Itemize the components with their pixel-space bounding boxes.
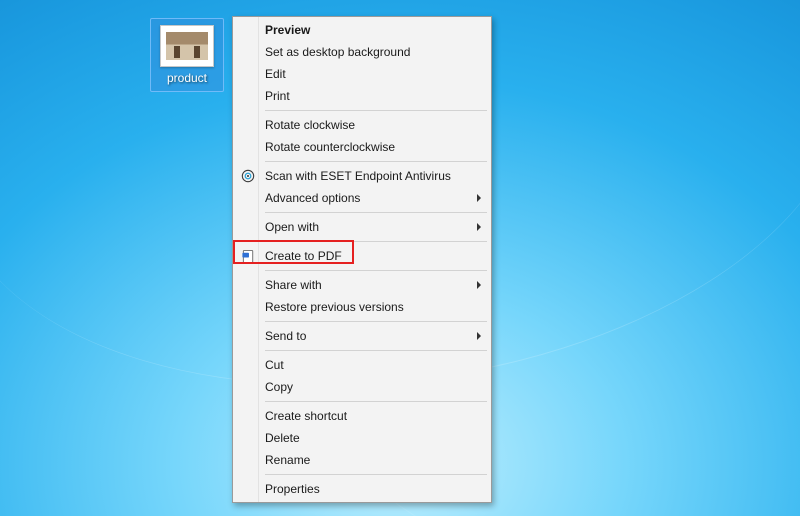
chevron-right-icon — [477, 332, 481, 340]
menu-label: Properties — [265, 482, 320, 496]
file-label: product — [153, 71, 221, 85]
menu-label: Copy — [265, 380, 293, 394]
menu-item-rotate-counterclockwise[interactable]: Rotate counterclockwise — [235, 136, 489, 158]
menu-item-rotate-clockwise[interactable]: Rotate clockwise — [235, 114, 489, 136]
menu-label: Advanced options — [265, 191, 360, 205]
menu-label: Delete — [265, 431, 300, 445]
menu-separator — [265, 212, 487, 213]
menu-item-rename[interactable]: Rename — [235, 449, 489, 471]
menu-label: Cut — [265, 358, 284, 372]
menu-separator — [265, 474, 487, 475]
menu-label: Scan with ESET Endpoint Antivirus — [265, 169, 451, 183]
menu-separator — [265, 161, 487, 162]
menu-label: Rename — [265, 453, 310, 467]
menu-label: Restore previous versions — [265, 300, 404, 314]
menu-item-advanced-options[interactable]: Advanced options — [235, 187, 489, 209]
chevron-right-icon — [477, 281, 481, 289]
file-thumbnail — [160, 25, 214, 67]
menu-separator — [265, 270, 487, 271]
chevron-right-icon — [477, 194, 481, 202]
menu-label: Edit — [265, 67, 286, 81]
chevron-right-icon — [477, 223, 481, 231]
menu-item-open-with[interactable]: Open with — [235, 216, 489, 238]
menu-label: Set as desktop background — [265, 45, 410, 59]
menu-item-properties[interactable]: Properties — [235, 478, 489, 500]
menu-label: Create to PDF — [265, 249, 342, 263]
menu-item-edit[interactable]: Edit — [235, 63, 489, 85]
menu-label: Rotate clockwise — [265, 118, 355, 132]
menu-item-set-desktop-background[interactable]: Set as desktop background — [235, 41, 489, 63]
menu-separator — [265, 350, 487, 351]
menu-separator — [265, 110, 487, 111]
pdf-document-icon — [240, 248, 256, 264]
desktop-file-icon[interactable]: product — [150, 18, 224, 92]
menu-item-eset-scan[interactable]: Scan with ESET Endpoint Antivirus — [235, 165, 489, 187]
menu-item-share-with[interactable]: Share with — [235, 274, 489, 296]
menu-label: Preview — [265, 23, 310, 37]
menu-item-preview[interactable]: Preview — [235, 19, 489, 41]
context-menu: Preview Set as desktop background Edit P… — [232, 16, 492, 503]
menu-label: Create shortcut — [265, 409, 347, 423]
menu-separator — [265, 321, 487, 322]
menu-item-delete[interactable]: Delete — [235, 427, 489, 449]
menu-item-copy[interactable]: Copy — [235, 376, 489, 398]
menu-item-cut[interactable]: Cut — [235, 354, 489, 376]
menu-item-create-shortcut[interactable]: Create shortcut — [235, 405, 489, 427]
menu-separator — [265, 241, 487, 242]
menu-item-send-to[interactable]: Send to — [235, 325, 489, 347]
menu-label: Share with — [265, 278, 322, 292]
desktop-background: product Preview Set as desktop backgroun… — [0, 0, 800, 516]
menu-label: Rotate counterclockwise — [265, 140, 395, 154]
menu-label: Open with — [265, 220, 319, 234]
menu-label: Send to — [265, 329, 306, 343]
menu-item-print[interactable]: Print — [235, 85, 489, 107]
menu-item-restore-previous-versions[interactable]: Restore previous versions — [235, 296, 489, 318]
menu-separator — [265, 401, 487, 402]
eset-icon — [240, 168, 256, 184]
menu-item-create-to-pdf[interactable]: Create to PDF — [235, 245, 489, 267]
menu-label: Print — [265, 89, 290, 103]
